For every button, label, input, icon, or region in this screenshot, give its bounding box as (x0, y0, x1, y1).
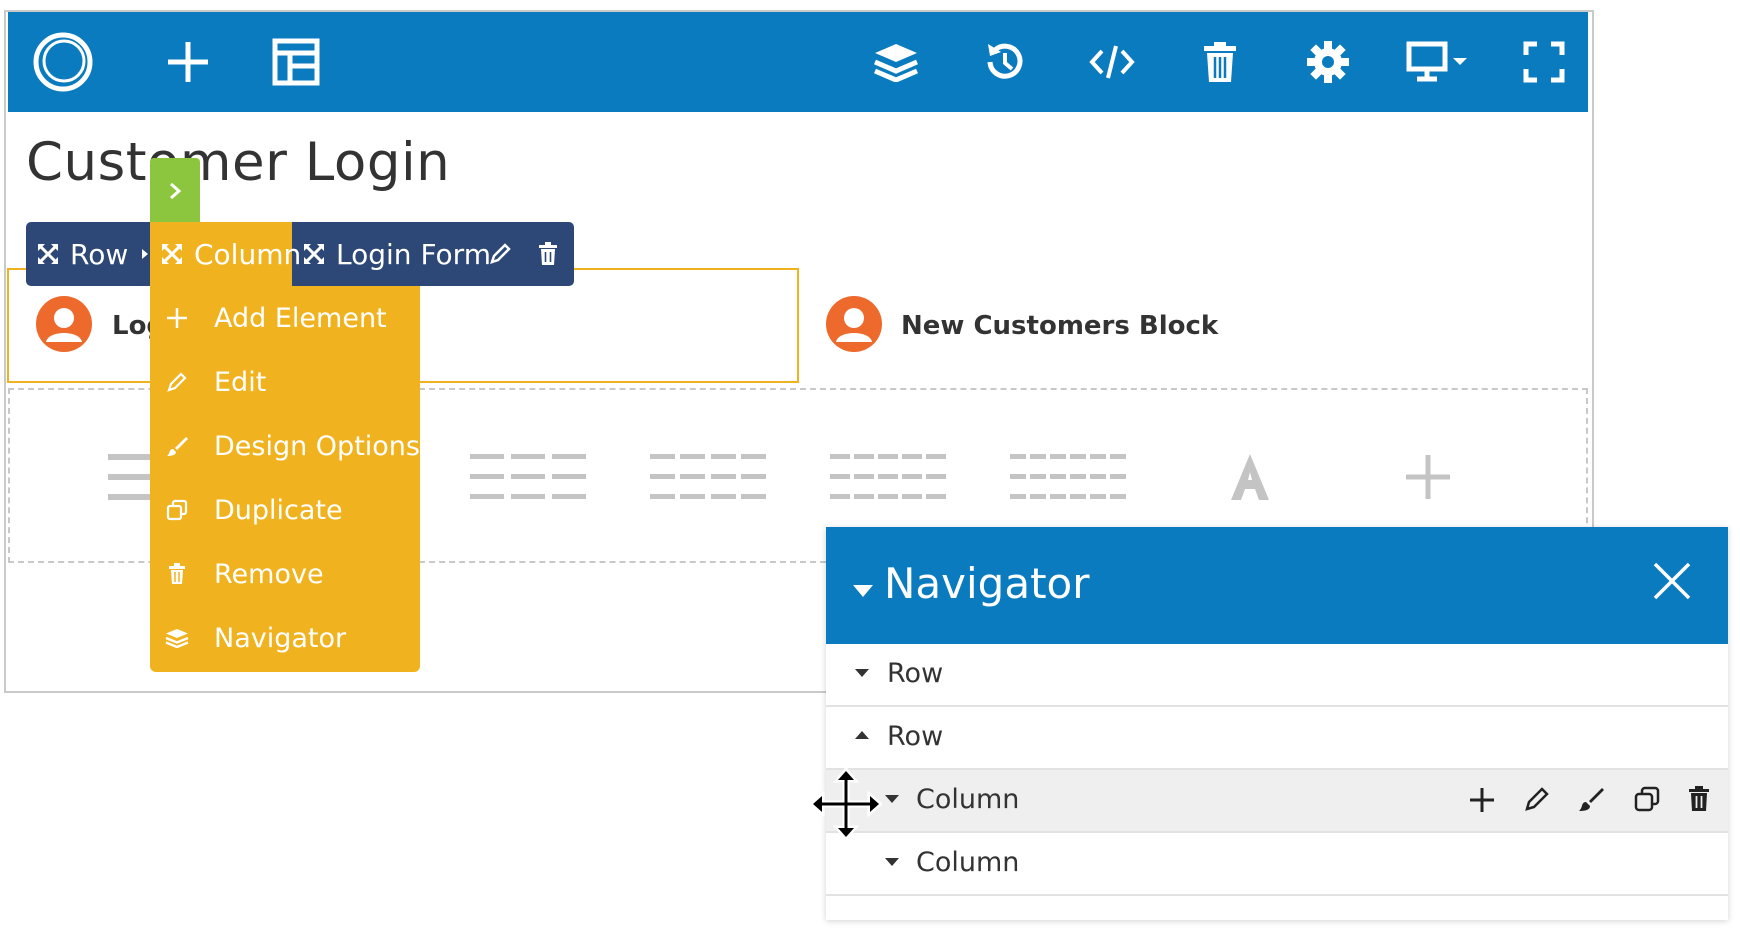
menu-item-label: Design Options (214, 430, 420, 462)
navigator-title: Navigator (884, 559, 1090, 608)
move-arrows-icon (162, 244, 182, 264)
edit-element-button[interactable] (488, 242, 512, 270)
layers-icon (164, 628, 190, 648)
text-block-icon[interactable] (1228, 452, 1272, 506)
pencil-icon (164, 371, 190, 393)
plus-icon[interactable] (158, 12, 218, 112)
menu-item-design-options[interactable]: Design Options (150, 414, 420, 478)
trash-icon (539, 242, 557, 265)
trash-icon (164, 563, 190, 585)
desktop-icon[interactable] (1402, 12, 1472, 112)
menu-item-label: Duplicate (214, 494, 343, 526)
menu-item-label: Remove (214, 558, 324, 590)
breadcrumb-arrow-icon (142, 249, 148, 259)
pencil-icon[interactable] (1524, 786, 1550, 819)
expand-controls-button[interactable] (150, 158, 200, 224)
plus-icon (164, 307, 190, 329)
menu-item-add-element[interactable]: Add Element (150, 286, 420, 350)
brush-icon (164, 435, 190, 457)
move-arrows-icon (304, 244, 324, 264)
navigator-row[interactable]: Column (826, 833, 1728, 896)
column-control-label: Column (194, 237, 302, 271)
brush-icon[interactable] (1578, 786, 1604, 819)
four-column-icon[interactable] (650, 452, 766, 506)
delete-element-button[interactable] (538, 242, 558, 270)
fullscreen-icon[interactable] (1514, 12, 1574, 112)
user-avatar-icon (36, 296, 92, 352)
menu-item-label: Navigator (214, 622, 347, 654)
column-control[interactable]: Column (160, 222, 301, 286)
gear-icon[interactable] (1298, 12, 1358, 112)
layout-icon[interactable] (266, 12, 326, 112)
user-avatar-icon (826, 296, 882, 352)
plus-icon[interactable] (1468, 786, 1496, 821)
menu-item-edit[interactable]: Edit (150, 350, 420, 414)
navigator-row[interactable]: Row (826, 707, 1728, 770)
trash-icon[interactable] (1688, 786, 1710, 819)
navigator-row-label: Column (916, 784, 1020, 815)
menu-item-label: Edit (214, 366, 267, 398)
page-title: Customer Login (26, 132, 451, 193)
duplicate-icon[interactable] (1634, 786, 1660, 819)
trash-icon[interactable] (1190, 12, 1250, 112)
new-customers-block-label: New Customers Block (901, 311, 1219, 341)
duplicate-icon (164, 499, 190, 521)
navigator-panel: Navigator Row Row Column Column (826, 527, 1728, 920)
navigator-row-label: Row (887, 658, 944, 689)
top-toolbar (8, 12, 1588, 112)
column-context-menu: Add Element Edit Design Options Duplicat… (150, 286, 420, 672)
three-column-icon[interactable] (470, 452, 586, 506)
move-cursor-icon (808, 766, 884, 844)
logo-icon[interactable] (28, 12, 98, 112)
close-navigator-button[interactable] (1652, 561, 1692, 605)
menu-item-navigator[interactable]: Navigator (150, 606, 420, 670)
caret-down-icon (885, 858, 899, 866)
navigator-row[interactable]: Row (826, 644, 1728, 707)
caret-down-icon (853, 585, 873, 597)
navigator-row-tools (1468, 770, 1728, 833)
chevron-right-icon (170, 182, 182, 200)
row-control-label: Row (70, 237, 129, 271)
history-icon[interactable] (974, 12, 1034, 112)
code-icon[interactable] (1082, 12, 1142, 112)
move-arrows-icon (38, 244, 58, 264)
pencil-icon (490, 243, 511, 264)
menu-item-label: Add Element (214, 302, 387, 334)
navigator-column-row-active[interactable]: Column (826, 770, 1728, 833)
close-icon (1653, 562, 1691, 600)
caret-up-icon (855, 731, 869, 739)
navigator-row-label: Row (887, 721, 944, 752)
five-column-icon[interactable] (830, 452, 946, 506)
row-control[interactable]: Row (36, 222, 128, 286)
menu-item-duplicate[interactable]: Duplicate (150, 478, 420, 542)
add-icon[interactable] (1404, 452, 1452, 506)
login-form-control-label: Login Form (336, 237, 491, 271)
caret-down-icon (855, 669, 869, 677)
navigator-header[interactable]: Navigator (826, 527, 1728, 644)
login-form-control[interactable]: Login Form (302, 222, 491, 286)
layers-icon[interactable] (866, 12, 926, 112)
caret-down-icon (885, 795, 899, 803)
six-column-icon[interactable] (1010, 452, 1126, 506)
menu-item-remove[interactable]: Remove (150, 542, 420, 606)
navigator-row-label: Column (916, 847, 1020, 878)
